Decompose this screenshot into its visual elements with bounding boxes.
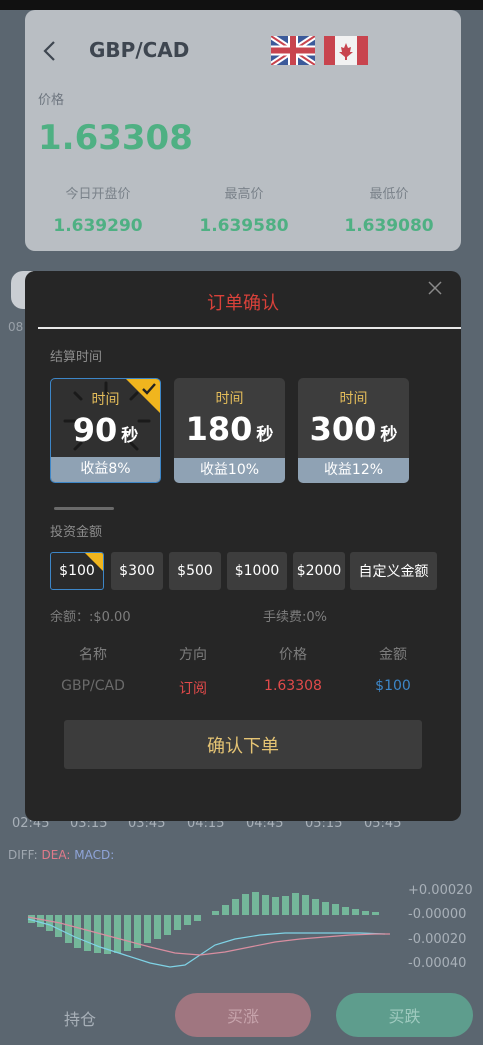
y-axis-tick: +0.00020 [408,883,473,898]
title-divider [38,327,461,329]
buy-down-button[interactable]: 买跌 [336,993,473,1037]
selected-corner-badge [85,553,103,571]
stat-label: 今日开盘价 [65,187,131,202]
time-option-unit: 秒 [380,425,398,445]
amount-label: $1000 [234,563,280,579]
time-option-number: 180 [185,410,253,448]
dialog-title: 订单确认 [207,293,279,314]
table-cell-direction: 订阅 [179,681,207,697]
amount-label: $300 [119,563,155,579]
time-option-profit: 收益10% [174,458,285,483]
stat-label: 最低价 [369,187,409,202]
time-option-number: 300 [309,410,377,448]
amount-label: 自定义金额 [358,564,429,580]
balance-text: 余额：:$0.00 [50,610,131,625]
table-header: 方向 [179,647,207,663]
fee-text: 手续费:0% [263,610,328,625]
positions-tab[interactable]: 持仓 [64,1006,96,1030]
amount-option-300[interactable]: $300 [111,552,163,590]
y-axis-tick: -0.00000 [408,907,467,922]
amount-option-2000[interactable]: $2000 [293,552,345,590]
stat-value: 1.639290 [53,216,143,236]
stat-value: 1.639580 [199,216,289,236]
confirm-order-button[interactable]: 确认下单 [64,720,422,769]
amount-label: $2000 [296,563,342,579]
chart-time-partial: 08 [8,320,24,334]
diff-label: DIFF: [8,848,38,862]
page-title: GBP/CAD [89,38,190,62]
time-option-unit: 秒 [256,425,274,445]
current-price: 1.63308 [38,118,193,158]
time-option-profit: 收益12% [298,458,409,483]
canada-flag-icon [324,36,368,65]
time-option-value: 300 秒 [298,410,409,448]
macd-histogram [28,892,379,954]
close-icon[interactable] [428,281,442,295]
uk-flag-icon [271,36,315,65]
stat-label: 最高价 [224,187,264,202]
table-cell-amount: $100 [375,678,411,694]
y-axis-tick: -0.00020 [408,932,467,947]
amount-label: $500 [177,563,213,579]
stat-high: 最高价 1.639580 [174,183,314,236]
time-option-label: 时间 [215,391,244,407]
stat-value: 1.639080 [344,216,434,236]
time-option-label: 时间 [339,391,368,407]
section-divider [54,507,114,510]
time-option-value: 90 秒 [51,411,160,449]
settle-time-label: 结算时间 [50,350,103,365]
macd-label: MACD: [74,848,115,862]
time-option-number: 90 [72,411,118,449]
macd-indicator-legend: DIFF: DEA: MACD: [8,848,114,862]
stat-open: 今日开盘价 1.639290 [28,183,168,236]
status-bar [0,0,483,10]
amount-option-1000[interactable]: $1000 [227,552,287,590]
time-option-unit: 秒 [121,426,139,446]
checkmark-icon [142,383,156,395]
diff-line [27,918,386,968]
amount-option-500[interactable]: $500 [169,552,221,590]
table-header: 名称 [79,647,107,663]
invest-amount-label: 投资金额 [50,525,103,540]
time-option-180[interactable]: 时间 180 秒 收益10% [174,378,285,483]
time-option-300[interactable]: 时间 300 秒 收益12% [298,378,409,483]
buy-up-button[interactable]: 买涨 [175,993,311,1037]
table-header: 金额 [379,647,407,663]
table-cell-price: 1.63308 [264,678,322,694]
stat-low: 最低价 1.639080 [319,183,459,236]
table-cell-name: GBP/CAD [61,678,125,694]
time-option-profit: 收益8% [51,457,160,482]
dea-label: DEA: [41,848,71,862]
back-arrow-icon[interactable] [40,40,60,62]
amount-option-100[interactable]: $100 [50,552,104,590]
time-option-value: 180 秒 [174,410,285,448]
order-confirm-dialog: 订单确认 结算时间 时间 90 秒 收益8% 时间 180 秒 收益10% 时间… [25,271,461,821]
y-axis-tick: -0.00040 [408,956,467,971]
time-option-90[interactable]: 时间 90 秒 收益8% [50,378,161,483]
custom-amount-button[interactable]: 自定义金额 [350,552,437,590]
table-header: 价格 [279,647,307,663]
price-label: 价格 [38,93,65,108]
